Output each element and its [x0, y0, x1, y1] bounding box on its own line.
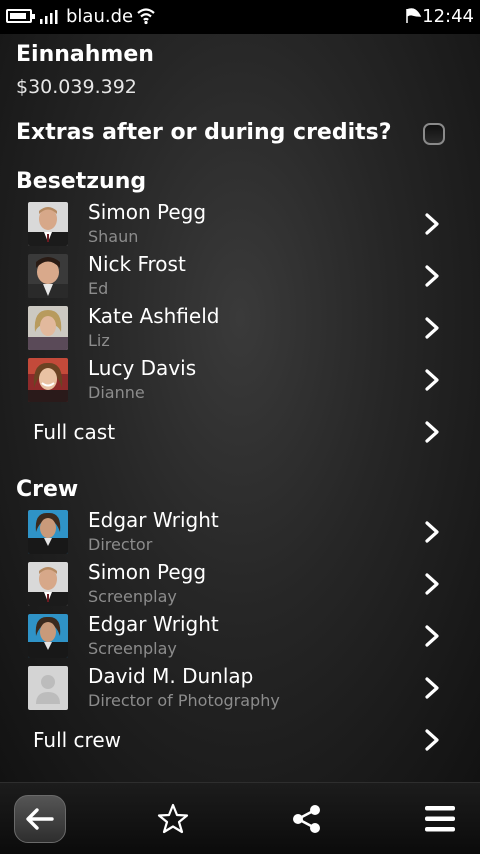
- extras-checkbox[interactable]: [423, 123, 445, 145]
- crew-job: Director of Photography: [88, 691, 280, 710]
- revenue-value: $30.039.392: [16, 76, 137, 98]
- full-crew-link[interactable]: Full crew: [0, 714, 480, 766]
- crew-row-david-m-dunlap[interactable]: David M. Dunlap Director of Photography: [0, 662, 480, 714]
- extras-label: Extras after or during credits?: [16, 120, 392, 145]
- cast-role: Dianne: [88, 383, 145, 402]
- back-arrow-icon: [26, 808, 54, 830]
- menu-icon[interactable]: [424, 805, 456, 833]
- notification-flag-icon: [406, 8, 422, 23]
- chevron-right-icon: [425, 625, 439, 647]
- cast-role: Shaun: [88, 227, 139, 246]
- full-cast-label: Full cast: [33, 420, 116, 444]
- avatar: [28, 614, 68, 658]
- cast-row-kate-ashfield[interactable]: Kate Ashfield Liz: [0, 302, 480, 354]
- chevron-right-icon: [425, 265, 439, 287]
- chevron-right-icon: [425, 369, 439, 391]
- chevron-right-icon: [425, 573, 439, 595]
- carrier-name: blau.de: [66, 6, 134, 27]
- cast-section-title: Besetzung: [16, 169, 147, 194]
- cast-name: Nick Frost: [88, 252, 186, 276]
- cast-role: Ed: [88, 279, 109, 298]
- avatar-placeholder-icon: [28, 666, 68, 710]
- star-icon[interactable]: [156, 802, 190, 836]
- chevron-right-icon: [425, 729, 439, 751]
- clock: 12:44: [422, 6, 474, 27]
- avatar: [28, 306, 68, 350]
- crew-job: Screenplay: [88, 587, 177, 606]
- revenue-label: Einnahmen: [16, 42, 154, 67]
- chevron-right-icon: [425, 421, 439, 443]
- chevron-right-icon: [425, 317, 439, 339]
- avatar: [28, 510, 68, 554]
- cast-row-simon-pegg[interactable]: Simon Pegg Shaun: [0, 198, 480, 250]
- cast-row-lucy-davis[interactable]: Lucy Davis Dianne: [0, 354, 480, 406]
- crew-name: Simon Pegg: [88, 560, 207, 584]
- crew-name: David M. Dunlap: [88, 664, 254, 688]
- full-cast-link[interactable]: Full cast: [0, 406, 480, 458]
- cast-name: Lucy Davis: [88, 356, 197, 380]
- signal-icon: [40, 10, 58, 24]
- crew-job: Screenplay: [88, 639, 177, 658]
- battery-icon: [6, 9, 35, 23]
- crew-row-edgar-wright-director[interactable]: Edgar Wright Director: [0, 506, 480, 558]
- status-bar: blau.de 12:44: [0, 0, 480, 34]
- cast-row-nick-frost[interactable]: Nick Frost Ed: [0, 250, 480, 302]
- back-button[interactable]: [14, 795, 66, 843]
- crew-name: Edgar Wright: [88, 612, 219, 636]
- avatar: [28, 358, 68, 402]
- chevron-right-icon: [425, 521, 439, 543]
- chevron-right-icon: [425, 677, 439, 699]
- crew-row-simon-pegg-screenplay[interactable]: Simon Pegg Screenplay: [0, 558, 480, 610]
- crew-name: Edgar Wright: [88, 508, 219, 532]
- crew-job: Director: [88, 535, 153, 554]
- cast-role: Liz: [88, 331, 110, 350]
- crew-section-title: Crew: [16, 477, 79, 502]
- chevron-right-icon: [425, 213, 439, 235]
- wifi-icon: [137, 8, 155, 25]
- avatar: [28, 562, 68, 606]
- crew-row-edgar-wright-screenplay[interactable]: Edgar Wright Screenplay: [0, 610, 480, 662]
- full-crew-label: Full crew: [33, 728, 121, 752]
- movie-details-content[interactable]: Einnahmen $30.039.392 Extras after or du…: [0, 34, 480, 782]
- cast-name: Simon Pegg: [88, 200, 207, 224]
- cast-name: Kate Ashfield: [88, 304, 220, 328]
- share-icon[interactable]: [290, 803, 324, 835]
- bottom-toolbar: [0, 782, 480, 854]
- avatar: [28, 202, 68, 246]
- avatar: [28, 254, 68, 298]
